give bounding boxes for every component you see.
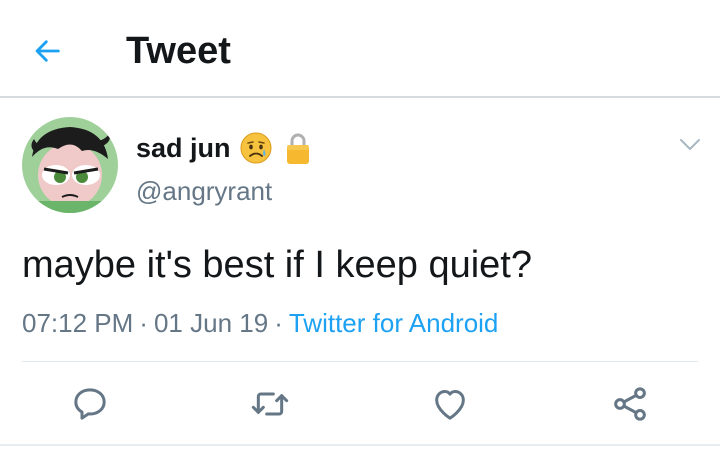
tweet-date: 01 Jun 19 bbox=[153, 308, 269, 338]
tweet-menu-button[interactable] bbox=[670, 130, 710, 160]
avatar-image bbox=[22, 117, 118, 213]
author-display-name[interactable]: sad jun bbox=[136, 133, 231, 164]
tweet-source-link[interactable]: Twitter for Android bbox=[289, 308, 499, 338]
meta-separator: · bbox=[274, 308, 283, 338]
author-name-row: sad jun bbox=[136, 128, 311, 168]
chevron-down-icon bbox=[680, 139, 700, 150]
bottom-divider bbox=[0, 444, 720, 446]
top-app-bar: Tweet bbox=[0, 0, 720, 98]
tweet-meta: 07:12 PM · 01 Jun 19 · Twitter for Android bbox=[22, 306, 498, 340]
like-button[interactable] bbox=[428, 382, 472, 426]
share-icon bbox=[614, 387, 646, 421]
reply-button[interactable] bbox=[68, 382, 112, 426]
arrow-left-icon bbox=[35, 40, 60, 62]
author-handle[interactable]: @angryrant bbox=[136, 176, 272, 207]
avatar[interactable] bbox=[22, 117, 118, 213]
share-button[interactable] bbox=[608, 382, 652, 426]
sad-but-relieved-face-emoji bbox=[240, 132, 272, 164]
page-title: Tweet bbox=[126, 30, 231, 72]
tweet-time: 07:12 PM bbox=[22, 308, 134, 338]
tweet-text: maybe it's best if I keep quiet? bbox=[22, 244, 532, 286]
back-button[interactable] bbox=[22, 26, 72, 76]
retweet-icon bbox=[251, 392, 289, 416]
tweet-detail-screen: Tweet sad jun @angryrant maybe it's best… bbox=[0, 0, 720, 450]
reply-icon bbox=[74, 388, 106, 420]
heart-icon bbox=[435, 390, 465, 420]
divider bbox=[22, 361, 698, 362]
retweet-button[interactable] bbox=[248, 382, 292, 426]
lock-icon bbox=[286, 133, 309, 164]
meta-separator: · bbox=[139, 308, 148, 338]
